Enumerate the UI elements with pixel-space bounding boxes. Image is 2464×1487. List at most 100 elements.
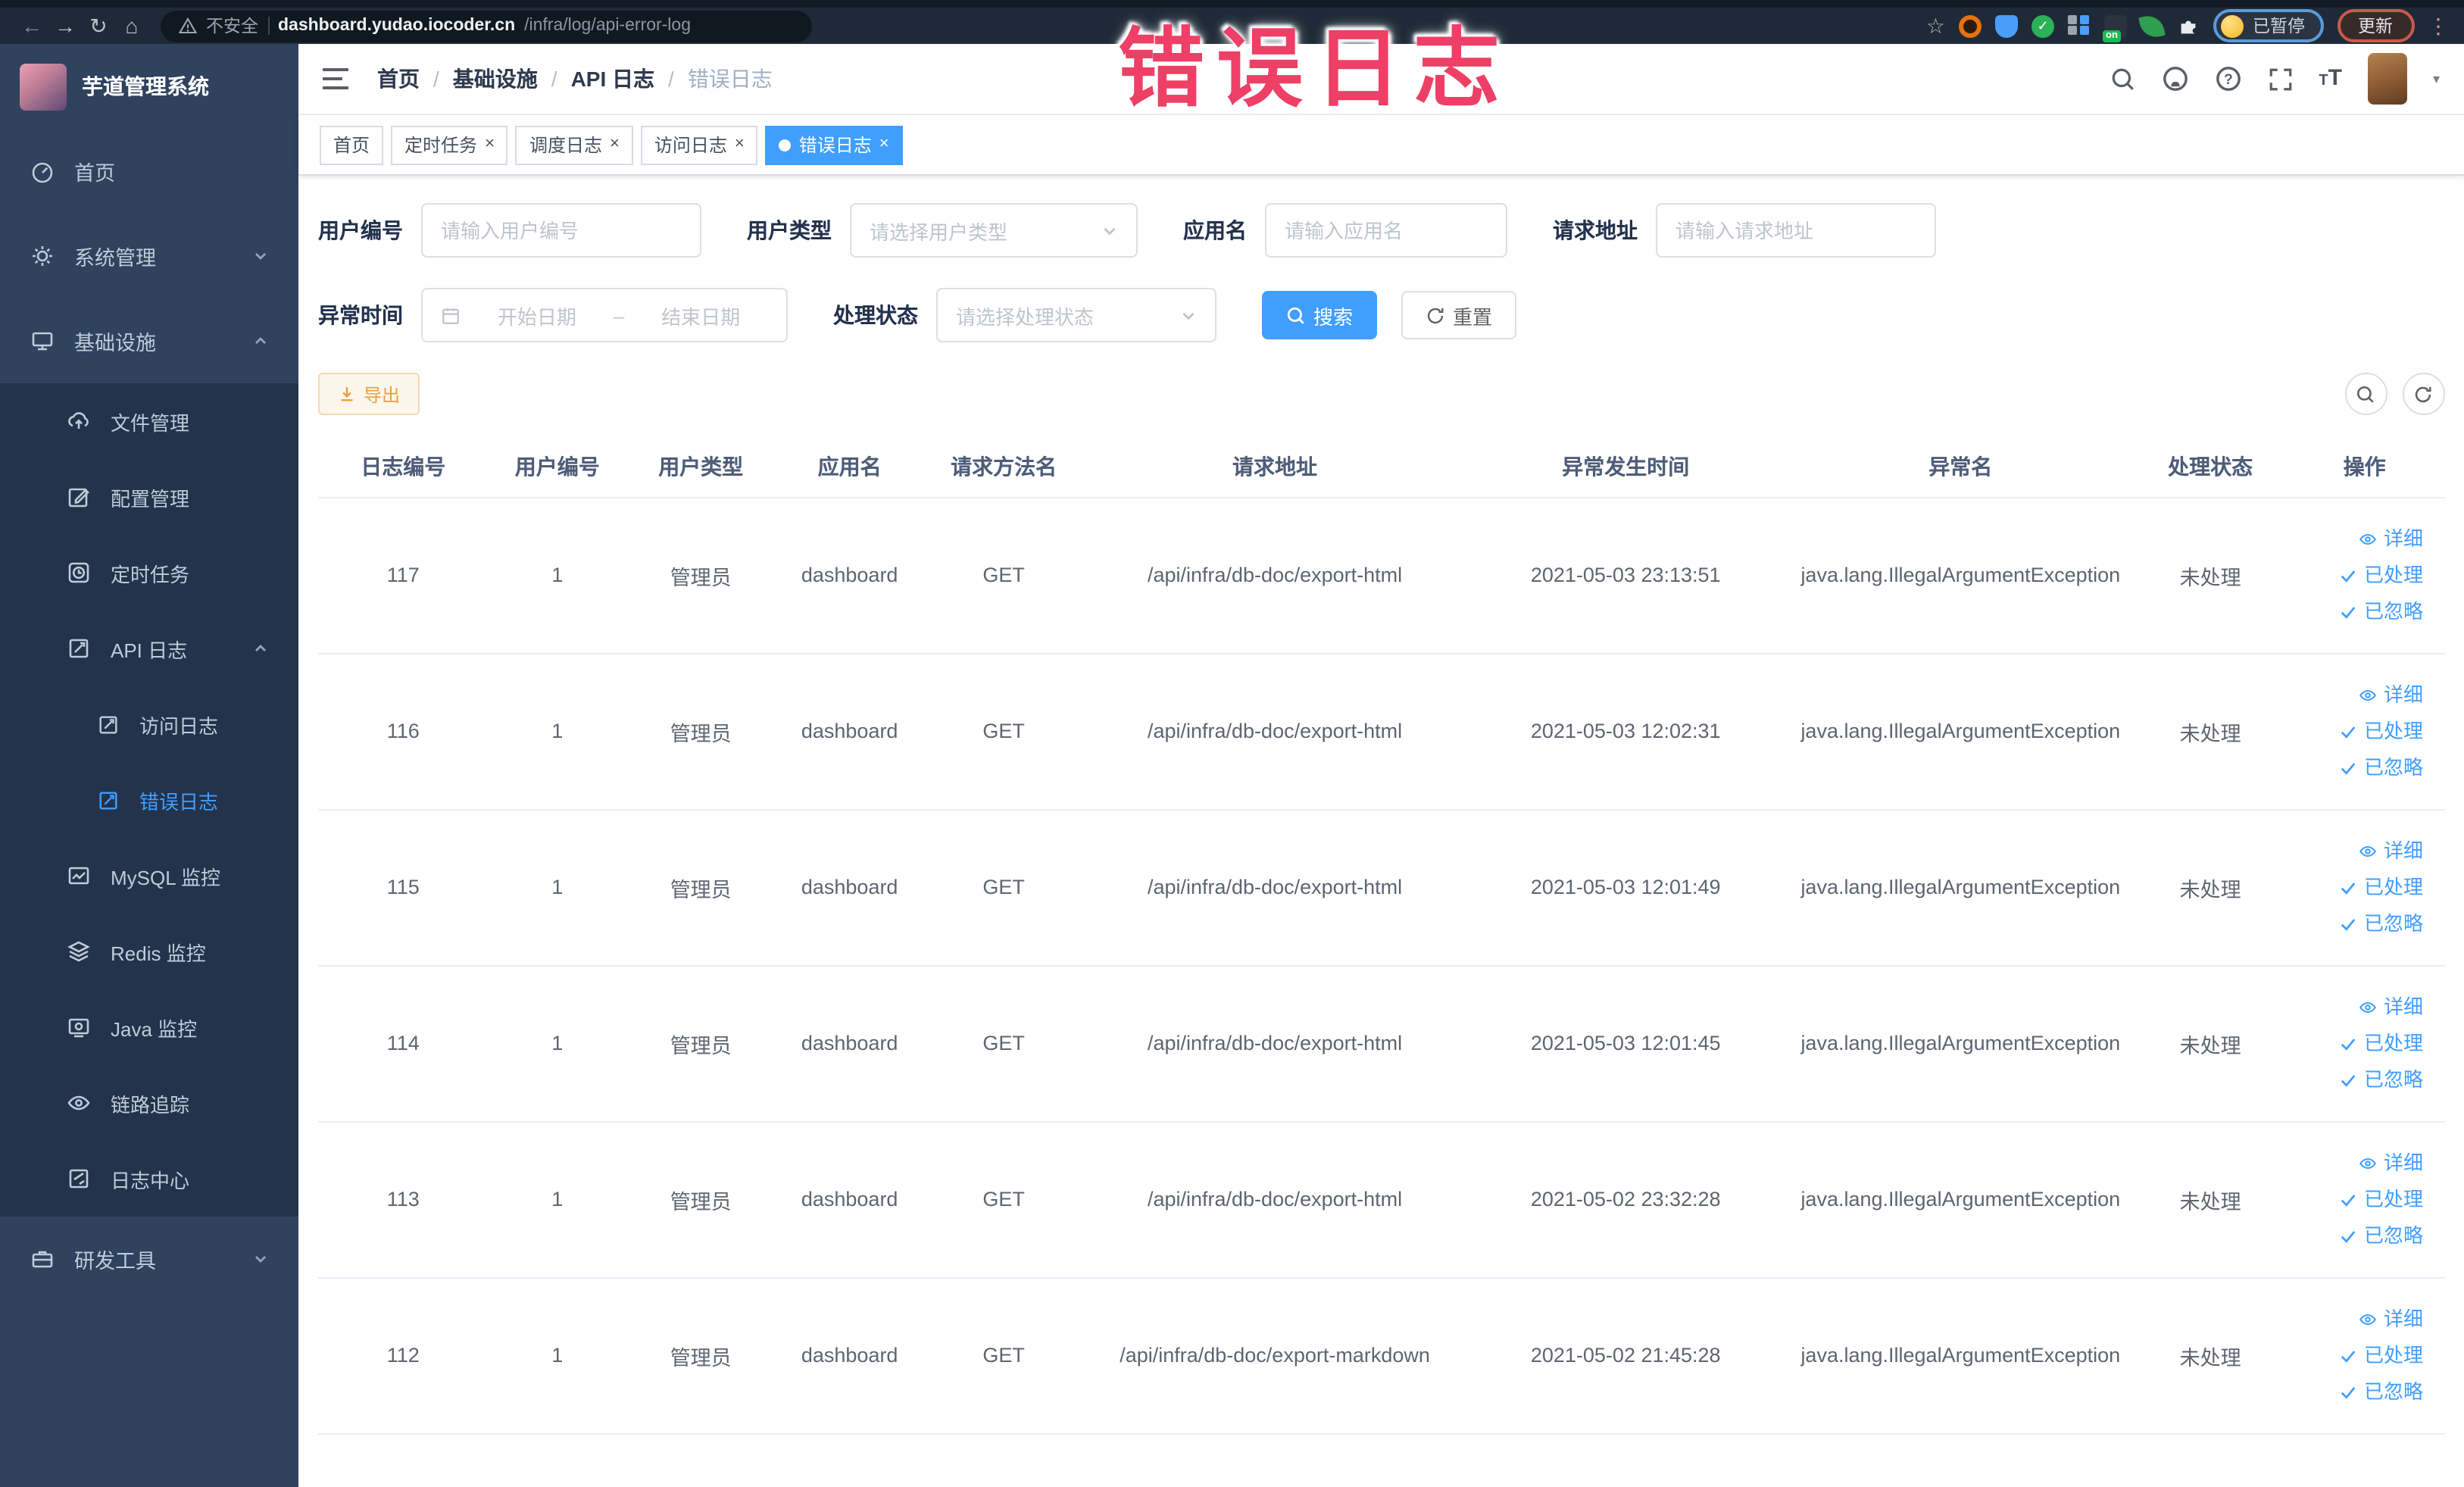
extension-on-badge-icon[interactable]: on (2103, 14, 2127, 42)
sidebar-item-error-log[interactable]: 错误日志 (0, 762, 298, 838)
table-toolbar: 导出 (318, 373, 2444, 415)
address-bar[interactable]: 不安全 dashboard.yudao.iocoder.cn/infra/log… (161, 10, 812, 42)
search-button[interactable]: 搜索 (1262, 291, 1378, 339)
sidebar: 芋道管理系统 首页 系统管理 基础设施 文件管理 配置管理 定时任务 API 日… (0, 44, 298, 1487)
exception-time-label: 异常时间 (318, 303, 403, 327)
ignored-link[interactable]: 已忽略 (2340, 1217, 2423, 1254)
user-avatar[interactable] (2367, 53, 2407, 105)
ignored-link[interactable]: 已忽略 (2340, 1373, 2423, 1410)
security-label: 不安全 (206, 18, 258, 36)
user-id-input[interactable] (421, 203, 701, 258)
tab-access-log[interactable]: 访问日志 × (640, 125, 758, 164)
sidebar-item-api-log[interactable]: API 日志 (0, 611, 298, 686)
ignored-link[interactable]: 已忽略 (2340, 905, 2423, 942)
check-icon (2341, 1074, 2356, 1086)
chevron-down-icon (255, 1256, 266, 1263)
extension-puzzle-icon[interactable] (2177, 14, 2200, 37)
cell-url: /api/infra/db-doc/export-html (1083, 965, 1466, 1122)
browser-refresh-icon[interactable]: ↻ (82, 9, 115, 42)
cell-exception: java.lang.IllegalArgumentException (1785, 965, 2136, 1122)
breadcrumb-infrastructure[interactable]: 基础设施 (453, 64, 538, 94)
table-row: 117 1 管理员 dashboard GET/api/infra/db-doc/exp… (318, 497, 2444, 654)
tab-scheduled-jobs[interactable]: 定时任务 × (391, 125, 508, 164)
processed-link[interactable]: 已处理 (2340, 557, 2423, 593)
tab-error-log[interactable]: 错误日志 × (765, 125, 903, 164)
breadcrumb-home[interactable]: 首页 (377, 64, 420, 94)
close-icon[interactable]: × (879, 136, 889, 153)
browser-forward-icon[interactable]: → (48, 9, 82, 42)
detail-link[interactable]: 详细 (2359, 1145, 2423, 1181)
extension-green-check-icon[interactable]: ✓ (2031, 14, 2054, 37)
cell-url: /api/infra/db-doc/export-markdown (1083, 1277, 1466, 1434)
col-log-id: 日志编号 (318, 436, 489, 498)
detail-link[interactable]: 详细 (2359, 1301, 2423, 1337)
tab-home[interactable]: 首页 (320, 125, 384, 164)
profile-paused-pill[interactable]: 已暂停 (2213, 9, 2323, 42)
sidebar-item-redis-monitor[interactable]: Redis 监控 (0, 914, 298, 989)
browser-home-icon[interactable]: ⌂ (115, 9, 148, 42)
processed-link[interactable]: 已处理 (2340, 1181, 2423, 1217)
reset-button[interactable]: 重置 (1401, 291, 1517, 339)
caret-down-icon[interactable]: ▾ (2433, 70, 2440, 87)
detail-link[interactable]: 详细 (2359, 520, 2423, 557)
detail-link[interactable]: 详细 (2359, 833, 2423, 869)
refresh-table-button[interactable] (2402, 373, 2444, 415)
extension-blue-shield-icon[interactable] (1995, 14, 2018, 37)
help-icon[interactable]: ? (2214, 65, 2241, 92)
sidebar-item-java-monitor[interactable]: Java 监控 (0, 989, 298, 1065)
close-icon[interactable]: × (735, 136, 745, 153)
sidebar-item-dev-tools[interactable]: 研发工具 (0, 1217, 298, 1301)
sidebar-item-home[interactable]: 首页 (0, 129, 298, 214)
exception-time-range-picker[interactable]: 开始日期 – 结束日期 (421, 288, 788, 342)
cell-app_name: dashboard (775, 1121, 924, 1278)
processed-link[interactable]: 已处理 (2340, 713, 2423, 749)
ignored-link[interactable]: 已忽略 (2340, 749, 2423, 786)
cell-url: /api/infra/db-doc/export-html (1083, 1121, 1466, 1278)
export-button[interactable]: 导出 (318, 373, 420, 415)
extension-orange-icon[interactable] (1959, 14, 1982, 37)
table-row: 113 1 管理员 dashboard GET/api/infra/db-doc/exp… (318, 1121, 2444, 1278)
toggle-search-button[interactable] (2344, 373, 2387, 415)
processed-link[interactable]: 已处理 (2340, 1025, 2423, 1061)
browser-menu-icon[interactable]: ⋮ (2428, 13, 2449, 39)
extension-grid-icon[interactable] (2068, 14, 2091, 37)
sidebar-item-config-management[interactable]: 配置管理 (0, 459, 298, 535)
app-name-input[interactable] (1265, 203, 1507, 258)
sidebar-item-system[interactable]: 系统管理 (0, 214, 298, 298)
ignored-link[interactable]: 已忽略 (2340, 593, 2423, 629)
fullscreen-icon[interactable] (2267, 66, 2293, 92)
col-user-type: 用户类型 (626, 436, 776, 498)
font-size-icon[interactable]: TT (2319, 65, 2342, 92)
extension-leaf-icon[interactable] (2138, 12, 2166, 39)
close-icon[interactable]: × (485, 136, 495, 153)
request-url-input[interactable] (1656, 203, 1936, 258)
sidebar-item-file-management[interactable]: 文件管理 (0, 383, 298, 459)
bookmark-star-icon[interactable]: ☆ (1926, 13, 1945, 39)
processed-link[interactable]: 已处理 (2340, 1337, 2423, 1373)
cell-url: /api/infra/db-doc/export-html (1083, 653, 1466, 810)
sidebar-item-scheduled-jobs[interactable]: 定时任务 (0, 535, 298, 611)
sidebar-item-log-center[interactable]: 日志中心 (0, 1141, 298, 1217)
sidebar-item-access-log[interactable]: 访问日志 (0, 686, 298, 762)
github-icon[interactable] (2161, 65, 2188, 92)
sidebar-item-mysql-monitor[interactable]: MySQL 监控 (0, 838, 298, 914)
ignored-link[interactable]: 已忽略 (2340, 1061, 2423, 1098)
search-icon[interactable] (2110, 66, 2135, 92)
filter-row-1: 用户编号 用户类型 请选择用户类型 应用名 (318, 203, 2444, 258)
tab-schedule-log[interactable]: 调度日志 × (515, 125, 633, 164)
detail-link[interactable]: 详细 (2359, 676, 2423, 713)
processed-link[interactable]: 已处理 (2340, 869, 2423, 905)
browser-back-icon[interactable]: ← (15, 9, 48, 42)
cell-user_type: 管理员 (626, 965, 776, 1122)
sidebar-item-infrastructure[interactable]: 基础设施 (0, 298, 298, 383)
breadcrumb-api-log[interactable]: API 日志 (571, 64, 654, 94)
sidebar-item-trace[interactable]: 链路追踪 (0, 1065, 298, 1141)
browser-update-button[interactable]: 更新 (2337, 9, 2414, 42)
hamburger-icon[interactable] (323, 67, 350, 91)
process-status-select[interactable]: 请选择处理状态 (936, 288, 1216, 342)
close-icon[interactable]: × (610, 136, 620, 153)
app-logo[interactable]: 芋道管理系统 (0, 44, 298, 129)
user-type-select[interactable]: 请选择用户类型 (850, 203, 1138, 258)
cell-actions: 详细 已处理 已忽略 (2284, 809, 2444, 966)
detail-link[interactable]: 详细 (2359, 989, 2423, 1025)
